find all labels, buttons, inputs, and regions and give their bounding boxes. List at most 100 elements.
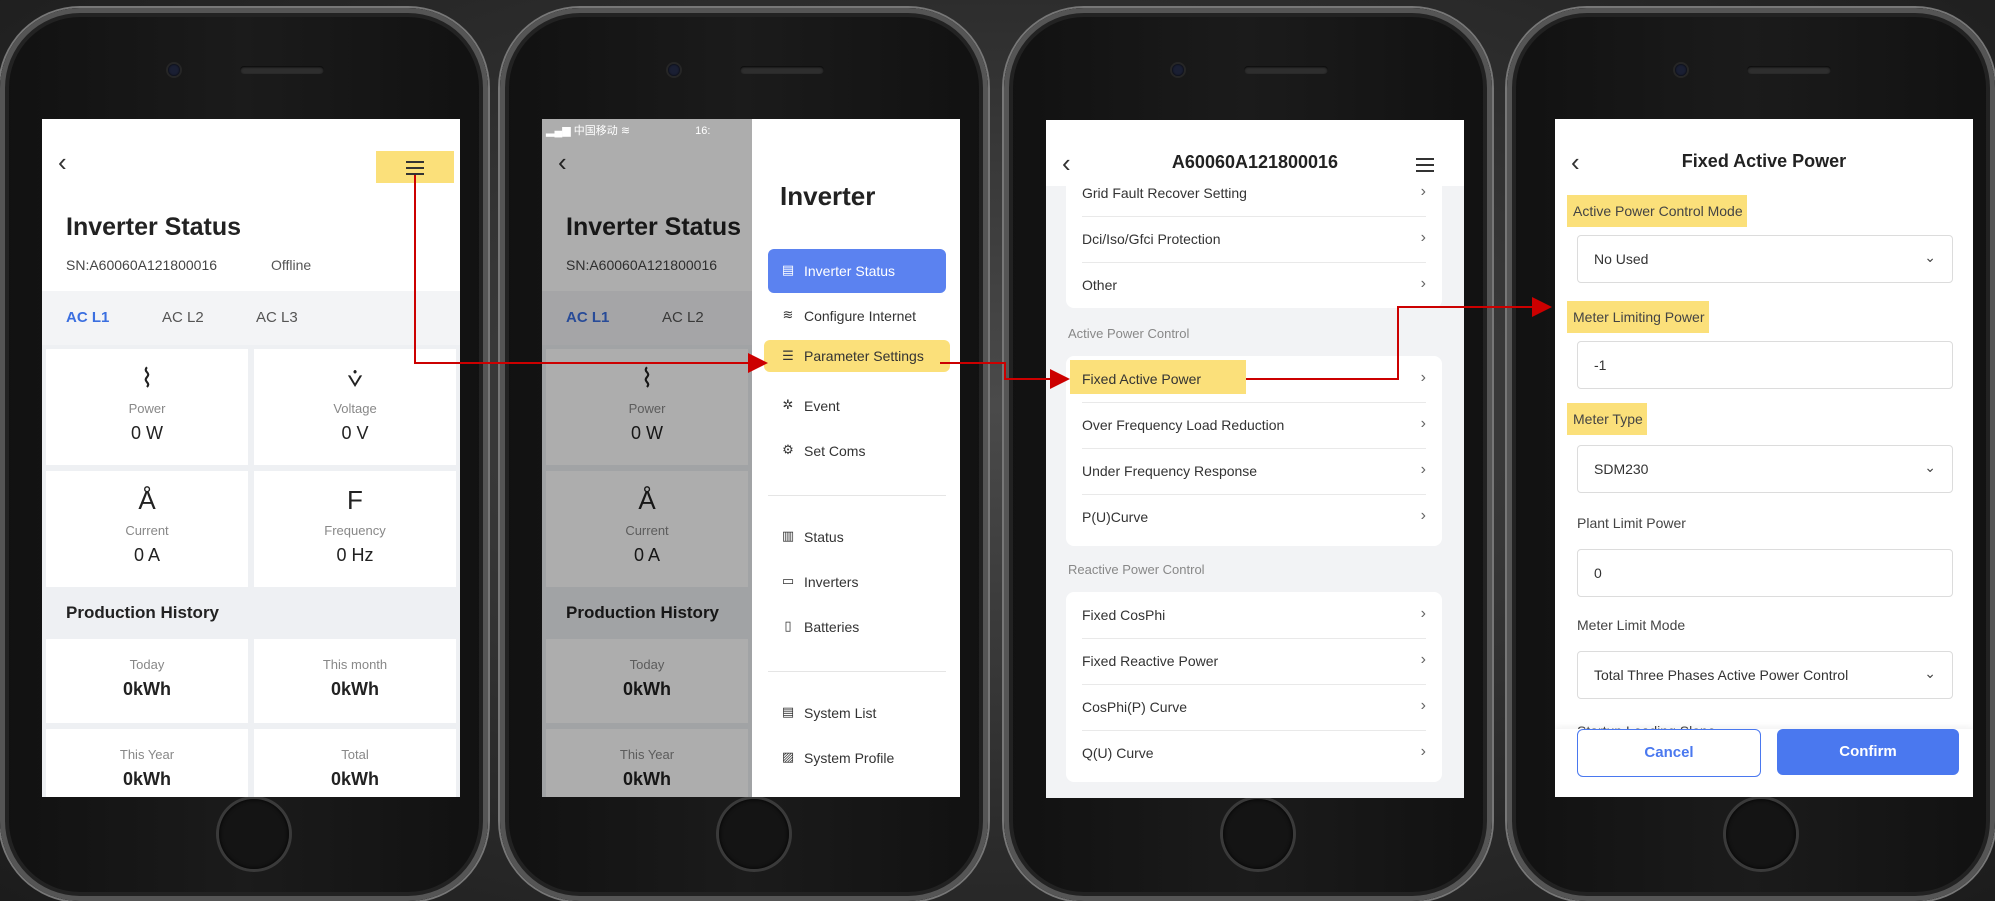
phone-frame-3: ‹ A60060A121800016 Grid Fault Recover Se… [1004,8,1492,901]
hamburger-menu-icon[interactable] [1416,158,1434,172]
meter-limiting-power-input[interactable]: -1 [1577,341,1953,389]
production-tile-year: This Year 0kWh [46,729,248,797]
menu-item-label: Batteries [804,619,860,635]
hamburger-menu-icon[interactable] [406,161,424,175]
chevron-right-icon: › [1420,461,1426,478]
home-button[interactable] [1726,799,1796,869]
production-tile-total: Total 0kWh [254,729,456,797]
list-item[interactable]: Other › [1082,262,1426,308]
signal-icon: ▂▄▆ [546,125,571,137]
settings-card-reactive-power: Fixed CosPhi › Fixed Reactive Power › Co… [1066,592,1442,782]
field-value: SDM230 [1594,461,1649,477]
metric-label: Current [125,523,169,538]
list-item-label: Fixed CosPhi [1082,607,1166,623]
production-value: 0kWh [122,769,171,789]
menu-item-parameter-settings[interactable]: ☰ Parameter Settings [764,340,950,372]
list-item[interactable]: Fixed CosPhi › [1082,592,1426,639]
list-item[interactable]: Fixed Reactive Power › [1082,638,1426,685]
fixed-active-power-screen: ‹ Fixed Active Power Active Power Contro… [1555,119,1973,797]
metrics-background: ⌇ Power 0 W ⩒ Voltage 0 V Å Current 0 A … [42,345,460,797]
chevron-right-icon: › [1420,743,1426,760]
menu-item-label: Inverters [804,574,859,590]
menu-item-label: Status [804,529,844,545]
metric-value: 0 A [133,545,161,565]
clock: 16: [695,125,711,137]
wifi-icon: ≋ [782,307,794,322]
monitor-icon: ▭ [781,573,795,588]
field-value: -1 [1594,357,1607,373]
metric-tile-frequency: F Frequency 0 Hz [254,471,456,587]
inverter-status-icon: ▤ [781,262,795,277]
list-item[interactable]: P(U)Curve › [1082,494,1426,540]
list-item-label: Grid Fault Recover Setting [1082,185,1247,201]
page-title: A60060A121800016 [1171,152,1339,172]
action-bar: Cancel Confirm [1555,729,1973,797]
list-item[interactable]: Over Frequency Load Reduction › [1082,402,1426,449]
chevron-right-icon: › [1420,229,1426,246]
list-item[interactable]: Under Frequency Response › [1082,448,1426,495]
current-icon: Å [138,485,156,515]
list-item[interactable]: CosPhi(P) Curve › [1082,684,1426,731]
list-item-label: Dci/Iso/Gfci Protection [1082,231,1221,247]
camera [1675,64,1687,76]
inverter-status-screen: ‹ Inverter Status SN:A60060A121800016 Of… [42,119,460,797]
menu-item-label: System Profile [804,750,895,766]
tab-ac-l3[interactable]: AC L3 [256,309,298,326]
menu-button-highlight[interactable] [376,151,454,183]
metric-label: Power [128,401,166,416]
home-button[interactable] [719,799,789,869]
plant-limit-power-input[interactable]: 0 [1577,549,1953,597]
chevron-right-icon: › [1420,275,1426,292]
chevron-right-icon: › [1420,605,1426,622]
menu-item-label: Configure Internet [804,308,917,324]
menu-item-inverters[interactable]: ▭ Inverters [768,560,946,604]
menu-item-label: Set Coms [804,443,866,459]
meter-limit-mode-select[interactable]: Total Three Phases Active Power Control … [1577,651,1953,699]
menu-item-inverter-status[interactable]: ▤ Inverter Status [768,249,946,293]
metric-value: 0 W [130,423,163,443]
field-label-plant-limit-power: Plant Limit Power [1577,515,1686,531]
camera [168,64,180,76]
production-tile-today: Today 0kWh [46,639,248,723]
phone-frame-4: ‹ Fixed Active Power Active Power Contro… [1507,8,1995,901]
production-value: 0kWh [330,769,379,789]
cancel-button[interactable]: Cancel [1577,729,1761,777]
carrier-name: 中国移动 [573,125,618,137]
chevron-right-icon: › [1420,369,1426,386]
list-item[interactable]: Q(U) Curve › [1082,730,1426,776]
divider [768,671,946,672]
field-label-active-power-control-mode: Active Power Control Mode [1567,195,1747,227]
menu-item-status[interactable]: ▥ Status [768,515,946,559]
phone-frame-2: ‹ Inverter Status SN:A60060A121800016 AC… [500,8,988,901]
menu-item-event[interactable]: ✲ Event [768,384,946,428]
chevron-down-icon: ⌄ [1924,665,1936,681]
menu-item-batteries[interactable]: ▯ Batteries [768,605,946,649]
metric-label: Frequency [324,523,386,538]
metric-label: Voltage [333,401,377,416]
tab-ac-l1[interactable]: AC L1 [66,309,109,326]
menu-item-label: Inverter Status [804,263,896,279]
menu-item-set-coms[interactable]: ⚙ Set Coms [768,429,946,473]
chevron-down-icon: ⌄ [1924,249,1936,265]
production-label: This month [322,657,388,672]
list-icon: ▤ [781,704,795,719]
tab-ac-l2[interactable]: AC L2 [162,309,204,326]
back-arrow-icon[interactable]: ‹ [58,149,67,175]
serial-number: SN:A60060A121800016 [66,257,218,273]
home-button[interactable] [1223,799,1293,869]
menu-item-configure-internet[interactable]: ≋ Configure Internet [768,294,946,338]
home-button[interactable] [219,799,289,869]
list-item[interactable]: Dci/Iso/Gfci Protection › [1082,216,1426,263]
meter-type-select[interactable]: SDM230 ⌄ [1577,445,1953,493]
confirm-button[interactable]: Confirm [1777,729,1959,775]
menu-item-system-list[interactable]: ▤ System List [768,691,946,735]
field-value: 0 [1594,565,1602,581]
dim-overlay[interactable] [542,119,752,797]
metric-value: 0 Hz [336,545,374,565]
menu-item-system-profile[interactable]: ▨ System Profile [768,736,946,780]
list-item-fixed-active-power[interactable]: Fixed Active Power › [1082,356,1426,403]
divider [768,495,946,496]
active-power-control-mode-select[interactable]: No Used ⌄ [1577,235,1953,283]
field-label-meter-type: Meter Type [1567,403,1647,435]
phase-tabs: AC L1 AC L2 AC L3 [42,291,460,345]
